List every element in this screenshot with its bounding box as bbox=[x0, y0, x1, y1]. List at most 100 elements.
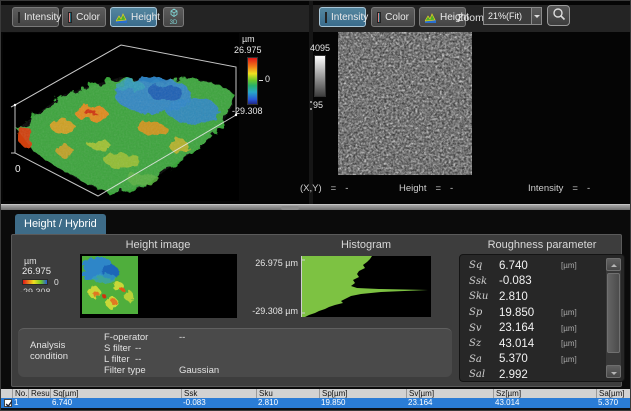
colorbar-zero-tick bbox=[259, 80, 263, 81]
right-color-label: Color bbox=[385, 12, 409, 23]
header-result: Result bbox=[28, 389, 50, 398]
analysis-condition-label-line2: condition bbox=[30, 351, 68, 362]
cell-sq: 6.740 bbox=[50, 398, 181, 408]
left-toolbar: Intensity Color Height 3D bbox=[1, 5, 309, 32]
status-intensity-value: - bbox=[587, 183, 590, 194]
roughness-parameter-panel: Sq6.740[µm] Ssk-0.083 Sku2.810 Sp19.850[… bbox=[459, 254, 625, 382]
intensity-icon bbox=[325, 12, 327, 23]
intensity-graybar bbox=[314, 55, 326, 97]
intensity-icon bbox=[18, 12, 20, 23]
roughness-row: Sal2.992 bbox=[469, 367, 601, 379]
height-image-min-label: -29.308 bbox=[20, 287, 51, 292]
left-height-label: Height bbox=[131, 12, 160, 23]
condition-row-s-filter: S filter-- bbox=[104, 343, 219, 354]
header-sku: Sku bbox=[256, 389, 319, 398]
metrology-analysis-app: Intensity Color Height 3D bbox=[0, 0, 631, 411]
zoom-level-select[interactable]: 21%(Fit) bbox=[483, 7, 531, 25]
roughness-scrollbar[interactable] bbox=[606, 258, 621, 378]
z-axis-origin-label: 0 bbox=[15, 164, 21, 175]
left-height-view-button[interactable]: Height bbox=[110, 7, 157, 27]
roughness-row: Sv23.164[µm] bbox=[469, 320, 601, 336]
right-intensity-view-button[interactable]: Intensity bbox=[319, 7, 366, 27]
surface-3d-render[interactable] bbox=[3, 33, 239, 201]
roughness-row: Ssk-0.083 bbox=[469, 274, 601, 290]
zoom-level-value: 21%(Fit) bbox=[488, 11, 522, 21]
height-icon bbox=[425, 12, 436, 23]
height-image-unit-label: µm bbox=[24, 256, 37, 266]
graybar-max-label: 4095 bbox=[310, 43, 330, 53]
height-colorbar bbox=[247, 57, 258, 105]
header-sq: Sq[µm] bbox=[50, 389, 181, 398]
checkbox-check-icon bbox=[5, 400, 12, 408]
roughness-row: Sz43.014[µm] bbox=[469, 336, 601, 352]
status-height-value: - bbox=[450, 183, 453, 194]
height-image-max-label: 26.975 bbox=[22, 266, 51, 277]
colorbar-min-label: -29.308 bbox=[232, 106, 263, 116]
left-3d-label: 3D bbox=[170, 20, 178, 26]
height-image-title: Height image bbox=[80, 239, 236, 251]
condition-row-l-filter: L filter-- bbox=[104, 354, 219, 365]
left-intensity-view-button[interactable]: Intensity bbox=[12, 7, 59, 27]
right-intensity-label: Intensity bbox=[331, 12, 368, 23]
magnifier-button[interactable] bbox=[547, 5, 570, 26]
colorbar-max-label: 26.975 bbox=[234, 45, 262, 55]
intensity-image-canvas[interactable] bbox=[338, 32, 472, 175]
height-image-canvas bbox=[80, 254, 237, 318]
cell-no: 1 bbox=[12, 398, 28, 408]
histogram-canvas bbox=[301, 256, 431, 317]
condition-row-filter-type: Filter typeGaussian bbox=[104, 365, 219, 376]
status-height-label: Height bbox=[399, 183, 426, 194]
roughness-title: Roughness parameter bbox=[459, 239, 625, 251]
header-sz: Sz[µm] bbox=[493, 389, 596, 398]
results-table: No. Result Sq[µm] Ssk Sku Sp[µm] Sv[µm] … bbox=[1, 389, 631, 411]
analysis-section: Height / Hybrid Height image µm 26.975 0… bbox=[1, 210, 631, 389]
coordinate-statusbar: (X,Y) = - Height = - Intensity = - bbox=[1, 183, 630, 199]
roughness-row: Sp19.850[µm] bbox=[469, 305, 601, 321]
header-sa: Sa[µm] bbox=[596, 389, 631, 398]
roughness-row: Sa5.370[µm] bbox=[469, 352, 601, 368]
height-image-zero-label: 0 bbox=[54, 277, 59, 287]
histogram-min-label: -29.308 µm bbox=[242, 306, 298, 316]
colorbar-zero-label: 0 bbox=[265, 74, 270, 84]
cell-sku: 2.810 bbox=[256, 398, 319, 408]
colorbar-unit-label: µm bbox=[242, 34, 255, 44]
left-color-view-button[interactable]: Color bbox=[62, 7, 106, 27]
height-icon bbox=[116, 12, 127, 23]
analysis-condition-panel: Analysis condition F-operator-- S filter… bbox=[18, 328, 452, 377]
cell-result bbox=[28, 398, 50, 408]
status-height-equals: = bbox=[435, 183, 441, 194]
left-3d-view-button[interactable]: 3D bbox=[163, 7, 184, 27]
roughness-parameter-list: Sq6.740[µm] Ssk-0.083 Sku2.810 Sp19.850[… bbox=[469, 258, 601, 379]
zoom-select-dropdown-arrow[interactable] bbox=[531, 7, 542, 25]
splitter-grip-dot bbox=[310, 101, 312, 103]
results-table-header: No. Result Sq[µm] Ssk Sku Sp[µm] Sv[µm] … bbox=[1, 389, 631, 398]
splitter-grip-dot bbox=[310, 108, 312, 110]
row-checkbox[interactable] bbox=[4, 399, 12, 407]
zoom-label: Zoom bbox=[457, 9, 484, 28]
cell-ssk: -0.083 bbox=[181, 398, 256, 408]
status-intensity-equals: = bbox=[572, 183, 578, 194]
histogram-max-label: 26.975 µm bbox=[242, 258, 298, 268]
color-icon bbox=[377, 12, 381, 23]
scrollbar-up-button[interactable] bbox=[606, 258, 621, 271]
viewport-3d-height: Intensity Color Height 3D bbox=[1, 1, 309, 204]
right-color-view-button[interactable]: Color bbox=[371, 7, 415, 27]
cube-3d-icon bbox=[169, 8, 179, 20]
left-color-label: Color bbox=[76, 12, 100, 23]
header-checkbox-col bbox=[1, 389, 12, 398]
header-sp: Sp[µm] bbox=[319, 389, 406, 398]
scrollbar-down-button[interactable] bbox=[606, 365, 621, 378]
scrollbar-thumb[interactable] bbox=[607, 273, 620, 353]
analysis-content-panel: Height image µm 26.975 0 -29.308 bbox=[11, 234, 622, 387]
analysis-condition-label-line1: Analysis bbox=[30, 340, 65, 351]
status-xy-equals: = bbox=[331, 183, 337, 194]
results-table-row[interactable]: 1 6.740 -0.083 2.810 19.850 23.164 43.01… bbox=[1, 398, 631, 408]
color-icon bbox=[68, 12, 72, 23]
header-ssk: Ssk bbox=[181, 389, 256, 398]
roughness-row: Sq6.740[µm] bbox=[469, 258, 601, 274]
analysis-condition-rows: F-operator-- S filter-- L filter-- Filte… bbox=[104, 332, 219, 376]
magnifier-icon bbox=[552, 7, 566, 24]
tab-height-hybrid[interactable]: Height / Hybrid bbox=[15, 214, 106, 234]
condition-row-f-operator: F-operator-- bbox=[104, 332, 219, 343]
status-intensity-label: Intensity bbox=[528, 183, 563, 194]
